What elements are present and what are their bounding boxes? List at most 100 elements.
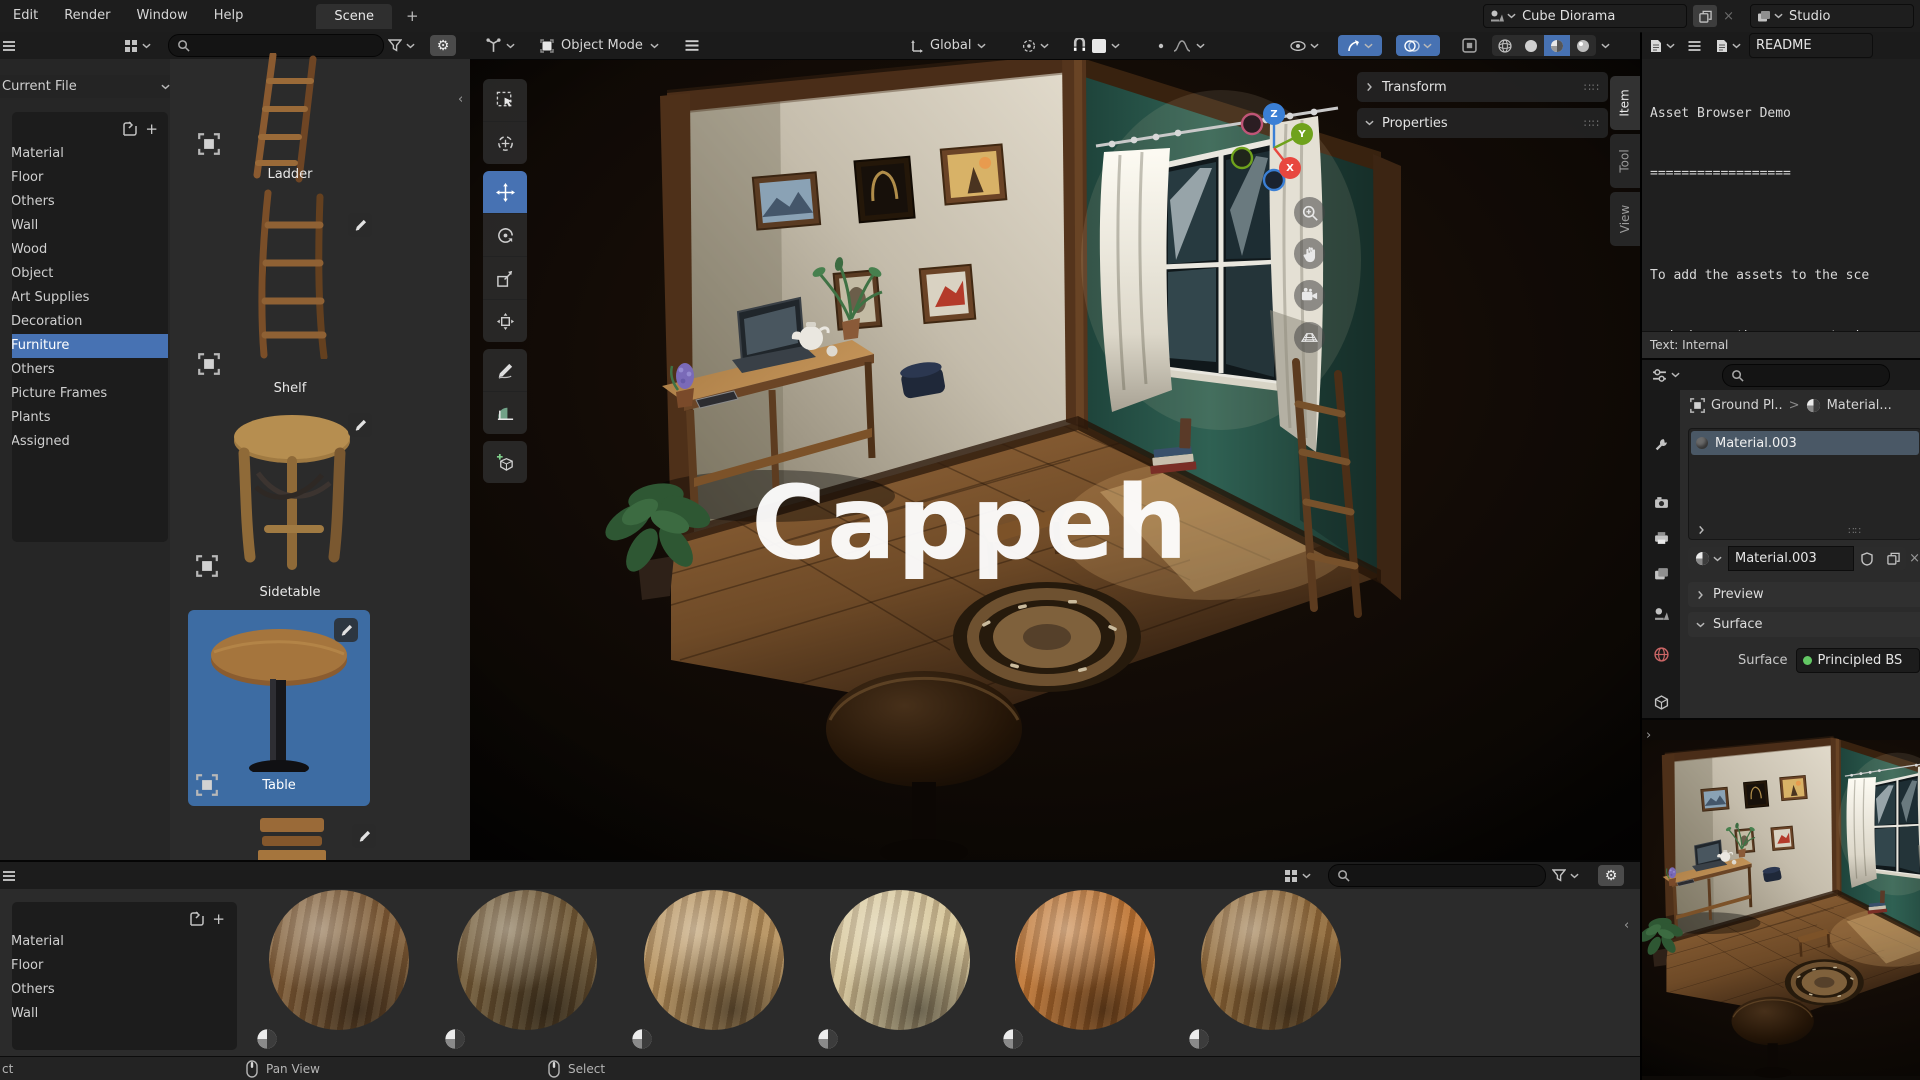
tool-cursor[interactable] bbox=[483, 122, 527, 164]
material-name-field[interactable]: Material.003 bbox=[1728, 546, 1854, 571]
catalog-item-decoration[interactable]: Decoration bbox=[12, 310, 168, 334]
unlink-material-button[interactable]: × bbox=[1909, 551, 1920, 566]
add-catalog-button[interactable]: + bbox=[212, 910, 225, 928]
tab-tool[interactable]: Tool bbox=[1610, 134, 1640, 188]
gizmo-y-axis[interactable]: Y bbox=[1291, 123, 1313, 145]
tool-move[interactable] bbox=[483, 171, 527, 214]
tool-annotate[interactable] bbox=[483, 349, 527, 392]
tool-select-box[interactable] bbox=[483, 79, 527, 122]
catalog-item-floor[interactable]: Floor bbox=[12, 954, 237, 978]
duplicate-material-button[interactable] bbox=[1880, 547, 1906, 570]
show-gizmo-dropdown[interactable] bbox=[1338, 35, 1382, 56]
editor-type-dropdown[interactable] bbox=[486, 32, 515, 59]
snap-target-icon[interactable] bbox=[1092, 39, 1106, 53]
tab-viewlayer-properties[interactable] bbox=[1649, 562, 1673, 586]
menu-edit[interactable]: Edit bbox=[0, 0, 51, 32]
fake-user-button[interactable] bbox=[1854, 547, 1880, 570]
tab-scene-properties[interactable] bbox=[1649, 602, 1673, 626]
region-collapse-arrow[interactable]: ‹ bbox=[458, 92, 463, 107]
panel-grip[interactable]: ∷∷ bbox=[1584, 117, 1600, 130]
tab-scene[interactable]: Scene bbox=[316, 4, 392, 29]
shading-wireframe-button[interactable] bbox=[1492, 35, 1518, 56]
display-mode-dropdown[interactable] bbox=[124, 39, 151, 53]
filter-dropdown[interactable] bbox=[1552, 869, 1579, 883]
asset-tile-wood3[interactable]: Wood 3 bbox=[621, 882, 807, 1058]
add-catalog-button[interactable]: + bbox=[145, 120, 158, 138]
tool-rotate[interactable] bbox=[483, 214, 527, 257]
panel-grip[interactable]: ∷∷ bbox=[1584, 81, 1600, 94]
asset-tile-sidetable[interactable]: Sidetable bbox=[190, 407, 390, 607]
preview-panel-header[interactable]: Preview bbox=[1688, 582, 1920, 607]
material-slot-selected[interactable]: Material.003 bbox=[1691, 431, 1919, 455]
catalog-item-material[interactable]: Material bbox=[12, 142, 168, 166]
new-catalog-icon[interactable] bbox=[188, 911, 206, 927]
perspective-toggle-button[interactable] bbox=[1294, 322, 1325, 353]
catalog-item-material[interactable]: Material bbox=[12, 930, 237, 954]
tab-render-properties[interactable] bbox=[1649, 490, 1673, 514]
asset-tile-table-selected[interactable]: Table bbox=[188, 610, 370, 806]
list-grip[interactable]: ∷∷ bbox=[1848, 526, 1861, 537]
menu-help[interactable]: Help bbox=[201, 0, 257, 32]
region-collapse-arrow[interactable]: ‹ bbox=[1624, 918, 1629, 933]
add-workspace-button[interactable]: + bbox=[406, 7, 419, 25]
navigation-gizmo[interactable]: Z Y X bbox=[1228, 102, 1320, 194]
editor-menu-icon[interactable] bbox=[2, 40, 16, 52]
catalog-item-floor[interactable]: Floor bbox=[12, 166, 168, 190]
tab-object-properties[interactable] bbox=[1649, 690, 1673, 714]
tab-item[interactable]: Item bbox=[1610, 76, 1640, 130]
asset-tile-wood6[interactable]: Wood 6 bbox=[1178, 882, 1364, 1058]
snap-toggle-icon[interactable] bbox=[1072, 38, 1087, 53]
catalog-item-plants[interactable]: Plants bbox=[12, 406, 168, 430]
chevron-down-icon[interactable] bbox=[1111, 43, 1120, 49]
catalog-item-assigned[interactable]: Assigned bbox=[12, 430, 168, 454]
tool-scale[interactable] bbox=[483, 257, 527, 300]
transform-orientation-dropdown[interactable]: Global bbox=[910, 32, 986, 59]
tool-transform[interactable] bbox=[483, 300, 527, 342]
gizmo-z-axis[interactable]: Z bbox=[1263, 103, 1285, 125]
breadcrumb-object[interactable]: Ground Pl.. bbox=[1711, 398, 1783, 413]
view-layer-selector[interactable]: Studio bbox=[1750, 4, 1914, 28]
edit-asset-button[interactable] bbox=[348, 413, 372, 437]
catalog-item-wood[interactable]: Wood bbox=[12, 238, 168, 262]
tab-output-properties[interactable] bbox=[1649, 526, 1673, 550]
xray-toggle-icon[interactable] bbox=[1462, 38, 1477, 53]
gizmo-x-axis[interactable]: X bbox=[1279, 157, 1301, 179]
falloff-curve-icon[interactable] bbox=[1173, 40, 1191, 52]
display-mode-dropdown[interactable] bbox=[1284, 869, 1311, 883]
text-menus-icon[interactable] bbox=[1687, 40, 1702, 52]
menu-render[interactable]: Render bbox=[51, 0, 123, 32]
catalog-item-art-supplies[interactable]: Art Supplies bbox=[12, 286, 168, 310]
asset-tile-shelf[interactable]: Shelf bbox=[190, 185, 390, 401]
chevron-down-icon[interactable] bbox=[1601, 43, 1610, 49]
shading-rendered-button[interactable] bbox=[1570, 35, 1596, 56]
catalog-item-others[interactable]: Others bbox=[12, 978, 237, 1002]
camera-view-button[interactable] bbox=[1294, 280, 1325, 311]
new-scene-button[interactable] bbox=[1693, 5, 1717, 27]
tool-add-cube[interactable] bbox=[483, 441, 527, 483]
region-expand-arrow[interactable]: › bbox=[1646, 728, 1651, 743]
editor-menu-icon[interactable] bbox=[2, 870, 16, 882]
viewport-menus-icon[interactable] bbox=[684, 39, 700, 52]
tab-world-properties[interactable] bbox=[1649, 642, 1673, 666]
asset-source-dropdown[interactable]: Current File bbox=[0, 75, 170, 98]
mode-dropdown[interactable]: Object Mode bbox=[540, 32, 659, 59]
pivot-point-dropdown[interactable] bbox=[1022, 32, 1049, 59]
zoom-view-button[interactable] bbox=[1294, 197, 1325, 228]
asset-tile-ladder[interactable]: Ladder bbox=[190, 33, 390, 193]
catalog-item-others-2[interactable]: Others bbox=[12, 358, 168, 382]
asset-tile-chair-cut[interactable] bbox=[190, 814, 390, 860]
viewport-3d-secondary[interactable]: › bbox=[1642, 718, 1920, 1080]
surface-panel-header[interactable]: Surface bbox=[1688, 612, 1920, 637]
breadcrumb-material[interactable]: Material... bbox=[1827, 398, 1892, 413]
asset-tile-wood5[interactable]: Wood 5 bbox=[992, 882, 1178, 1058]
asset-tile-wood4[interactable]: Wood 4 bbox=[807, 882, 993, 1058]
expand-icon[interactable] bbox=[1699, 526, 1705, 535]
panel-transform[interactable]: Transform ∷∷ bbox=[1357, 72, 1608, 102]
pan-view-button[interactable] bbox=[1294, 238, 1325, 269]
viewport-3d[interactable]: Object Mode Global bbox=[470, 32, 1640, 860]
catalog-item-furniture[interactable]: Furniture bbox=[12, 334, 168, 358]
filter-dropdown[interactable] bbox=[388, 39, 415, 53]
material-browse-dropdown[interactable] bbox=[1688, 547, 1728, 570]
catalog-item-wall[interactable]: Wall bbox=[12, 214, 168, 238]
catalog-item-wall[interactable]: Wall bbox=[12, 1002, 237, 1026]
